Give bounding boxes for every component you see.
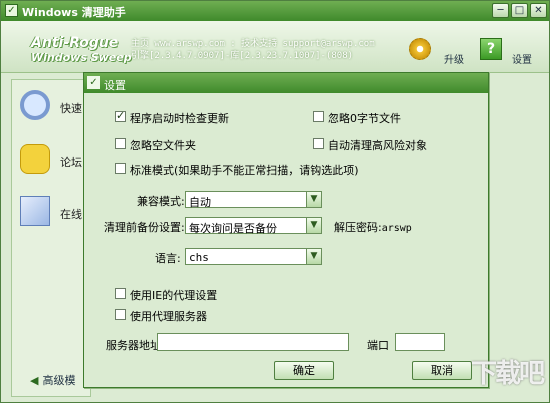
checkbox-label: 使用IE的代理设置: [130, 289, 218, 302]
checkbox-box[interactable]: [313, 111, 324, 122]
checkbox-box[interactable]: [115, 309, 126, 320]
port-input[interactable]: [395, 333, 445, 351]
ignore-zero-byte-checkbox[interactable]: 忽略0字节文件: [313, 110, 433, 125]
checkbox-box[interactable]: [115, 138, 126, 149]
checkbox-box[interactable]: [115, 109, 126, 122]
select-value: chs: [189, 251, 209, 264]
checkbox-box[interactable]: [313, 138, 324, 149]
sidebar-item-label: 论坛: [60, 156, 82, 169]
checkbox-label: 忽略0字节文件: [328, 112, 401, 125]
checkbox-box[interactable]: [115, 288, 126, 299]
select-value: 每次询问是否备份: [189, 222, 277, 235]
language-select[interactable]: chs ▼: [185, 248, 322, 265]
header: Anti-Rogue Windows Sweep 主页 www.arswp.co…: [1, 21, 549, 73]
sidebar-item-online[interactable]: 在线: [16, 192, 92, 232]
dialog-title-bar[interactable]: ✓ 设置: [84, 73, 488, 93]
settings-button[interactable]: 设置: [512, 51, 532, 66]
checkbox-label: 自动清理高风险对象: [328, 139, 427, 152]
compat-mode-label: 兼容模式:: [137, 195, 185, 208]
unzip-password-label: 解压密码:arswp: [334, 219, 412, 235]
settings-help-icon[interactable]: ?: [480, 38, 502, 60]
watermark: 下载吧: [471, 359, 545, 389]
ok-button[interactable]: 确定: [274, 361, 334, 380]
advanced-mode-link[interactable]: ◀ 高级模: [30, 372, 75, 388]
checkbox-label: 标准模式(如果助手不能正常扫描，请钩选此项): [130, 164, 359, 177]
chevron-down-icon[interactable]: ▼: [306, 249, 321, 264]
advanced-mode-label: 高级模: [42, 374, 76, 387]
port-label: 端口: [367, 339, 389, 352]
use-ie-proxy-checkbox[interactable]: 使用IE的代理设置: [115, 287, 255, 302]
compat-mode-select[interactable]: 自动 ▼: [185, 191, 322, 209]
sidebar-item-label: 快速: [60, 102, 82, 115]
checkbox-label: 忽略空文件夹: [130, 139, 196, 152]
standard-mode-checkbox[interactable]: 标准模式(如果助手不能正常扫描，请钩选此项): [115, 162, 395, 177]
logo-title: Anti-Rogue: [31, 35, 119, 51]
auto-clean-high-risk-checkbox[interactable]: 自动清理高风险对象: [313, 137, 453, 152]
minimize-button[interactable]: ─: [492, 3, 509, 18]
window-title: Windows 清理助手: [22, 6, 126, 19]
check-update-checkbox[interactable]: 程序启动时检查更新: [115, 109, 255, 125]
backup-setting-label: 清理前备份设置:: [104, 221, 185, 234]
close-button[interactable]: ✕: [530, 3, 547, 18]
checkbox-label: 程序启动时检查更新: [130, 112, 229, 125]
app-icon: ✓: [5, 4, 18, 17]
main-window: ✓ Windows 清理助手 ─ □ ✕ Anti-Rogue Windows …: [0, 0, 550, 403]
chevron-down-icon[interactable]: ▼: [306, 218, 321, 233]
version-info: 引擎[2.3.4.7.0907]-库[2.3.23.7.1007]-(808): [131, 51, 354, 61]
logo-subtitle: Windows Sweep: [31, 51, 132, 64]
password-label-text: 解压密码:: [334, 221, 382, 234]
server-address-input[interactable]: [157, 333, 349, 351]
password-value: arswp: [381, 223, 412, 234]
upgrade-gear-icon[interactable]: [409, 38, 431, 60]
server-address-label: 服务器地址: [106, 339, 161, 352]
settings-dialog: ✓ 设置 程序启动时检查更新 忽略0字节文件 忽略空文件夹 自动清理高风险对象 …: [83, 72, 489, 388]
backup-setting-select[interactable]: 每次询问是否备份 ▼: [185, 217, 322, 235]
chat-icon: [20, 144, 50, 174]
title-bar[interactable]: ✓ Windows 清理助手 ─ □ ✕: [1, 1, 549, 21]
magnifier-icon: [20, 90, 50, 120]
sidebar: 快速 论坛 在线 ◀ 高级模: [11, 79, 91, 397]
cancel-button[interactable]: 取消: [412, 361, 472, 380]
dialog-app-icon: ✓: [87, 76, 100, 89]
upgrade-button[interactable]: 升级: [444, 51, 464, 66]
checkbox-box[interactable]: [115, 163, 126, 174]
dialog-title: 设置: [104, 79, 126, 92]
ignore-empty-folder-checkbox[interactable]: 忽略空文件夹: [115, 137, 235, 152]
checkbox-label: 使用代理服务器: [130, 310, 207, 323]
back-arrow-icon: ◀: [30, 374, 39, 387]
use-proxy-server-checkbox[interactable]: 使用代理服务器: [115, 308, 255, 323]
sidebar-item-label: 在线: [60, 208, 82, 221]
select-value: 自动: [189, 196, 211, 209]
sidebar-item-forum[interactable]: 论坛: [16, 140, 92, 180]
maximize-button[interactable]: □: [511, 3, 528, 18]
sidebar-item-quick[interactable]: 快速: [16, 86, 92, 126]
feather-icon: [20, 196, 50, 226]
language-label: 语言:: [155, 252, 181, 265]
chevron-down-icon[interactable]: ▼: [306, 192, 321, 207]
